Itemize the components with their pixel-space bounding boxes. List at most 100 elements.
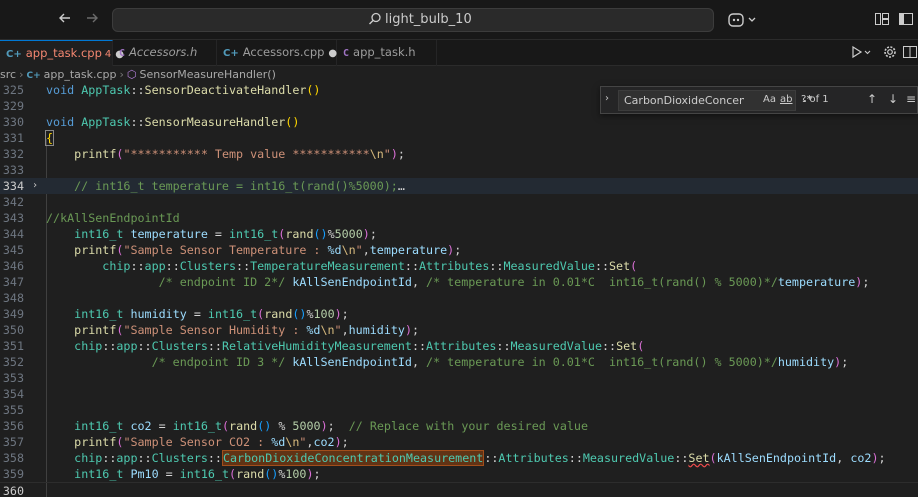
line-number: 352: [2, 355, 24, 369]
code-line[interactable]: 352 /* endpoint ID 3 */ kAllSenEndpointI…: [0, 354, 918, 370]
code-line[interactable]: 330 void AppTask::SensorMeasureHandler(): [0, 114, 918, 130]
toggle-sidebar-icon[interactable]: [898, 11, 916, 29]
line-number: 333: [2, 163, 24, 177]
cpp-file-icon: C+: [6, 49, 22, 60]
code-text[interactable]: //kAllSenEndpointId: [46, 210, 180, 226]
find-input[interactable]: CarbonDioxideConcentr Aa ab .*: [618, 90, 812, 111]
header-file-icon: C: [119, 48, 126, 59]
code-editor[interactable]: 325 void AppTask::SensorDeactivateHandler…: [0, 82, 918, 497]
code-text[interactable]: int16_t temperature = int16_t(rand()%500…: [46, 226, 377, 242]
code-text[interactable]: void AppTask::SensorMeasureHandler(): [46, 114, 299, 130]
line-number: 359: [2, 467, 24, 481]
code-text[interactable]: printf("Sample Sensor Humidity : %d\n",h…: [46, 322, 419, 338]
tab-app-task-cpp[interactable]: C+ app_task.cpp 4 ●: [0, 40, 124, 66]
code-line[interactable]: 345 printf("Sample Sensor Temperature : …: [0, 242, 918, 258]
copilot-icon[interactable]: [727, 10, 761, 30]
match-case-toggle[interactable]: Aa: [763, 94, 776, 105]
code-text[interactable]: // int16_t temperature = int16_t(rand()%…: [46, 178, 405, 194]
code-line[interactable]: 350 printf("Sample Sensor Humidity : %d\…: [0, 322, 918, 338]
line-number: 344: [2, 227, 24, 241]
code-text[interactable]: int16_t Pm10 = int16_t(rand()%100);: [46, 466, 320, 482]
run-debug-icon[interactable]: [850, 44, 872, 62]
code-line[interactable]: 344 int16_t temperature = int16_t(rand()…: [0, 226, 918, 242]
code-text[interactable]: /* endpoint ID 3 */ kAllSenEndpointId, /…: [46, 354, 849, 370]
command-center-search[interactable]: light_bulb_10: [112, 8, 714, 32]
line-number: 342: [2, 195, 24, 209]
arrow-down-icon[interactable]: ↓: [888, 92, 898, 106]
header-file-icon: C: [343, 48, 350, 59]
code-line[interactable]: 359 int16_t Pm10 = int16_t(rand()%100);: [0, 466, 918, 482]
code-text[interactable]: chip::app::Clusters::TemperatureMeasurem…: [46, 258, 637, 274]
line-number: 330: [2, 115, 24, 129]
code-line[interactable]: 343 //kAllSenEndpointId: [0, 210, 918, 226]
gear-icon[interactable]: [883, 44, 897, 62]
code-line-current[interactable]: 360: [0, 482, 918, 497]
code-line[interactable]: 353: [0, 370, 918, 386]
code-line[interactable]: 347 /* endpoint ID 2*/ kAllSenEndpointId…: [0, 274, 918, 290]
code-text[interactable]: chip::app::Clusters::RelativeHumidityMea…: [46, 338, 644, 354]
line-number: 353: [2, 371, 24, 385]
back-arrow-icon[interactable]: [55, 10, 75, 30]
line-number: 348: [2, 291, 24, 305]
line-number: 351: [2, 339, 24, 353]
toggle-panel-layout-icon[interactable]: [874, 11, 892, 29]
line-number: 329: [2, 99, 24, 113]
line-number: 356: [2, 419, 24, 433]
search-icon: [367, 11, 385, 29]
code-line-folded[interactable]: 334 › // int16_t temperature = int16_t(ra…: [0, 178, 918, 194]
code-text[interactable]: {: [44, 130, 55, 146]
unsaved-dot-icon[interactable]: ●: [328, 48, 337, 59]
arrow-up-icon[interactable]: ↑: [867, 92, 877, 106]
code-line[interactable]: 332 printf("*********** Temp value *****…: [0, 146, 918, 162]
code-line[interactable]: 346 chip::app::Clusters::TemperatureMeas…: [0, 258, 918, 274]
line-number: 354: [2, 387, 24, 401]
match-count: ? of 1: [801, 94, 829, 105]
code-text[interactable]: void AppTask::SensorDeactivateHandler(): [46, 82, 320, 98]
line-number: 358: [2, 451, 24, 465]
code-text[interactable]: int16_t humidity = int16_t(rand()%100);: [46, 306, 349, 322]
split-editor-icon[interactable]: [902, 44, 918, 62]
line-number: 347: [2, 275, 24, 289]
line-number: 331: [2, 131, 24, 145]
code-line[interactable]: 331 {: [0, 130, 918, 146]
tab-label: app_task.cpp: [25, 46, 102, 60]
code-line[interactable]: 356 int16_t co2 = int16_t(rand() % 5000)…: [0, 418, 918, 434]
code-line[interactable]: 357 printf("Sample Sensor CO2 : %d\n",co…: [0, 434, 918, 450]
code-text[interactable]: printf("*********** Temp value *********…: [46, 146, 405, 162]
code-text[interactable]: /* endpoint ID 2*/ kAllSenEndpointId, /*…: [46, 274, 870, 290]
code-line[interactable]: 348: [0, 290, 918, 306]
code-line[interactable]: 333: [0, 162, 918, 178]
line-number: 355: [2, 403, 24, 417]
menu-icon[interactable]: ≡: [906, 92, 916, 106]
code-line[interactable]: 349 int16_t humidity = int16_t(rand()%10…: [0, 306, 918, 322]
title-bar: light_bulb_10: [0, 0, 918, 40]
line-number: 332: [2, 147, 24, 161]
find-match-highlight: CarbonDioxideConcentrationMeasurement: [221, 450, 485, 466]
find-input-value[interactable]: CarbonDioxideConcentr: [624, 94, 744, 107]
chevron-right-icon[interactable]: ›: [32, 178, 38, 194]
tab-accessors-cpp[interactable]: C+ Accessors.cpp ●: [217, 40, 337, 66]
workspace-title: light_bulb_10: [385, 12, 472, 27]
code-line[interactable]: 354: [0, 386, 918, 402]
line-number: 334: [2, 179, 24, 193]
code-text[interactable]: chip::app::Clusters::CarbonDioxideConcen…: [46, 450, 886, 466]
line-number: 345: [2, 243, 24, 257]
code-line[interactable]: 342: [0, 194, 918, 210]
tab-app-task-h[interactable]: Capp_task.h: [337, 40, 437, 66]
find-widget: › CarbonDioxideConcentr Aa ab .* ? of 1 …: [600, 86, 918, 114]
line-number: 346: [2, 259, 24, 273]
code-text[interactable]: printf("Sample Sensor Temperature : %d\n…: [46, 242, 461, 258]
tab-label: Accessors.cpp: [242, 45, 325, 59]
line-number: 350: [2, 323, 24, 337]
code-text[interactable]: printf("Sample Sensor CO2 : %d\n",co2);: [46, 434, 349, 450]
tab-label: Accessors.h: [129, 45, 198, 59]
whole-word-toggle[interactable]: ab: [780, 94, 792, 105]
code-line[interactable]: 351 chip::app::Clusters::RelativeHumidit…: [0, 338, 918, 354]
code-line[interactable]: 358 chip::app::Clusters::CarbonDioxideCo…: [0, 450, 918, 466]
code-line[interactable]: 355: [0, 402, 918, 418]
code-text[interactable]: int16_t co2 = int16_t(rand() % 5000); //…: [46, 418, 588, 434]
chevron-right-icon[interactable]: ›: [605, 93, 609, 104]
line-number: 349: [2, 307, 24, 321]
tab-accessors-h[interactable]: C Accessors.h: [113, 40, 217, 66]
forward-arrow-icon[interactable]: [82, 10, 102, 30]
